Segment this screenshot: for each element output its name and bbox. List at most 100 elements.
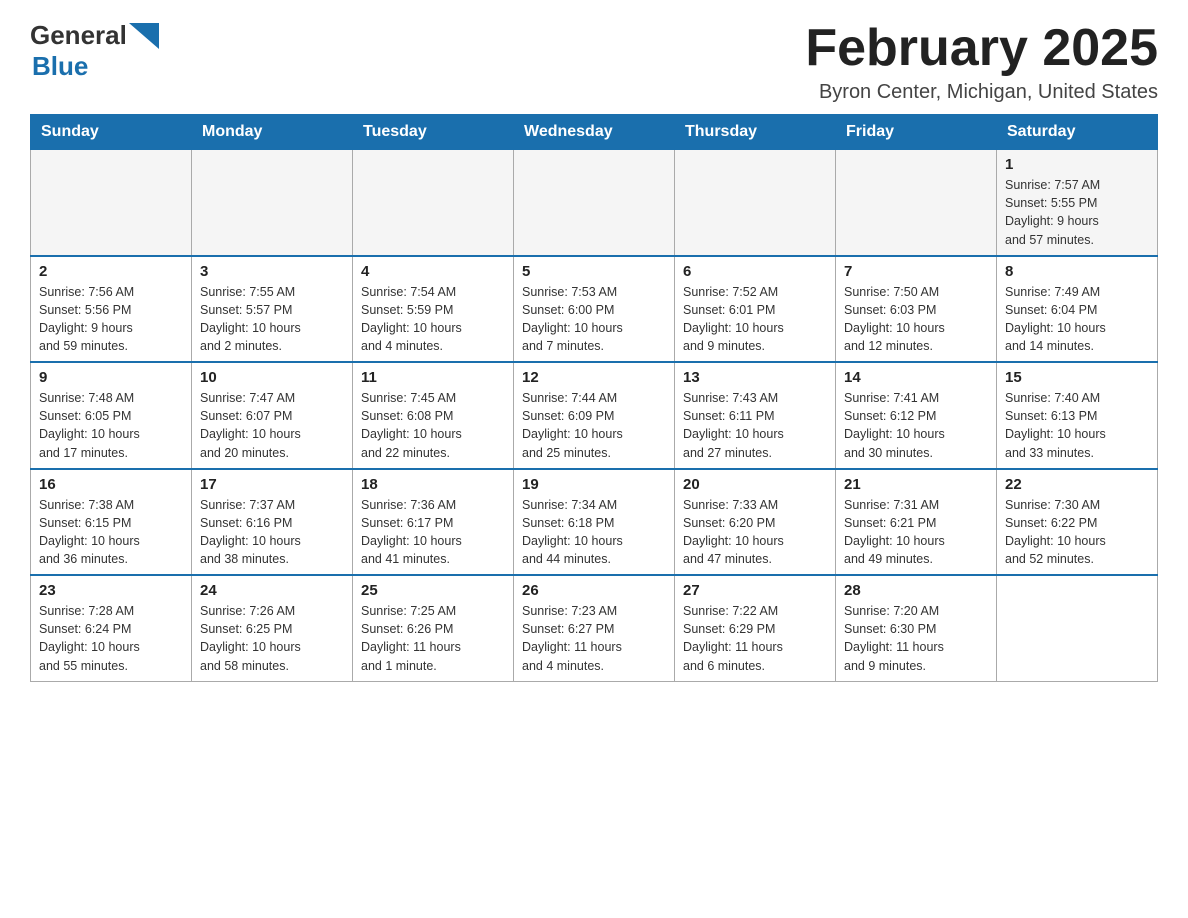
calendar-day-cell: 9 Sunrise: 7:48 AM Sunset: 6:05 PM Daylig…	[31, 362, 192, 469]
day-number: 19	[522, 476, 666, 493]
day-info-text: Sunrise: 7:37 AM Sunset: 6:16 PM Dayligh…	[200, 496, 344, 569]
calendar-day-cell: 15 Sunrise: 7:40 AM Sunset: 6:13 PM Dayli…	[997, 362, 1158, 469]
calendar-day-cell	[192, 150, 353, 256]
calendar-day-cell: 5Sunrise: 7:53 AM Sunset: 6:00 PM Daylig…	[514, 256, 675, 363]
day-number: 12	[522, 369, 666, 386]
calendar-day-cell: 12 Sunrise: 7:44 AM Sunset: 6:09 PM Dayli…	[514, 362, 675, 469]
calendar-day-cell: 8Sunrise: 7:49 AM Sunset: 6:04 PM Daylig…	[997, 256, 1158, 363]
day-info-text: Sunrise: 7:57 AM Sunset: 5:55 PM Dayligh…	[1005, 176, 1149, 249]
calendar-day-cell: 26 Sunrise: 7:23 AM Sunset: 6:27 PM Dayli…	[514, 575, 675, 681]
col-header-sunday: Sunday	[31, 115, 192, 150]
calendar-header-row: SundayMondayTuesdayWednesdayThursdayFrid…	[31, 115, 1158, 150]
calendar-week-row: 16Sunrise: 7:38 AM Sunset: 6:15 PM Dayli…	[31, 469, 1158, 576]
page-header: General Blue February 2025 Byron Center,…	[30, 20, 1158, 104]
day-number: 4	[361, 263, 505, 280]
col-header-wednesday: Wednesday	[514, 115, 675, 150]
day-number: 18	[361, 476, 505, 493]
day-info-text: Sunrise: 7:34 AM Sunset: 6:18 PM Dayligh…	[522, 496, 666, 569]
day-info-text: Sunrise: 7:44 AM Sunset: 6:09 PM Dayligh…	[522, 389, 666, 462]
day-info-text: Sunrise: 7:38 AM Sunset: 6:15 PM Dayligh…	[39, 496, 183, 569]
calendar-day-cell: 22 Sunrise: 7:30 AM Sunset: 6:22 PM Dayli…	[997, 469, 1158, 576]
calendar-day-cell: 18 Sunrise: 7:36 AM Sunset: 6:17 PM Dayli…	[353, 469, 514, 576]
day-number: 17	[200, 476, 344, 493]
calendar-day-cell: 19 Sunrise: 7:34 AM Sunset: 6:18 PM Dayli…	[514, 469, 675, 576]
calendar-day-cell: 1 Sunrise: 7:57 AM Sunset: 5:55 PM Daylig…	[997, 150, 1158, 256]
calendar-day-cell	[836, 150, 997, 256]
calendar-day-cell: 3 Sunrise: 7:55 AM Sunset: 5:57 PM Daylig…	[192, 256, 353, 363]
col-header-saturday: Saturday	[997, 115, 1158, 150]
day-info-text: Sunrise: 7:31 AM Sunset: 6:21 PM Dayligh…	[844, 496, 988, 569]
calendar-day-cell: 2 Sunrise: 7:56 AM Sunset: 5:56 PM Daylig…	[31, 256, 192, 363]
day-info-text: Sunrise: 7:23 AM Sunset: 6:27 PM Dayligh…	[522, 602, 666, 675]
day-info-text: Sunrise: 7:28 AM Sunset: 6:24 PM Dayligh…	[39, 602, 183, 675]
day-number: 2	[39, 263, 183, 280]
calendar-day-cell: 4 Sunrise: 7:54 AM Sunset: 5:59 PM Daylig…	[353, 256, 514, 363]
day-number: 8	[1005, 263, 1149, 280]
calendar-day-cell: 7 Sunrise: 7:50 AM Sunset: 6:03 PM Daylig…	[836, 256, 997, 363]
day-info-text: Sunrise: 7:45 AM Sunset: 6:08 PM Dayligh…	[361, 389, 505, 462]
day-number: 21	[844, 476, 988, 493]
day-number: 11	[361, 369, 505, 386]
day-info-text: Sunrise: 7:43 AM Sunset: 6:11 PM Dayligh…	[683, 389, 827, 462]
logo-general-text: General	[30, 20, 127, 51]
col-header-monday: Monday	[192, 115, 353, 150]
location-text: Byron Center, Michigan, United States	[805, 81, 1158, 104]
calendar-day-cell: 23 Sunrise: 7:28 AM Sunset: 6:24 PM Dayli…	[31, 575, 192, 681]
day-number: 23	[39, 582, 183, 599]
day-info-text: Sunrise: 7:56 AM Sunset: 5:56 PM Dayligh…	[39, 283, 183, 356]
calendar-table: SundayMondayTuesdayWednesdayThursdayFrid…	[30, 114, 1158, 682]
calendar-week-row: 1 Sunrise: 7:57 AM Sunset: 5:55 PM Daylig…	[31, 150, 1158, 256]
day-info-text: Sunrise: 7:55 AM Sunset: 5:57 PM Dayligh…	[200, 283, 344, 356]
calendar-day-cell	[353, 150, 514, 256]
day-number: 6	[683, 263, 827, 280]
logo-blue-text: Blue	[32, 51, 88, 82]
day-number: 26	[522, 582, 666, 599]
day-info-text: Sunrise: 7:48 AM Sunset: 6:05 PM Dayligh…	[39, 389, 183, 462]
day-info-text: Sunrise: 7:40 AM Sunset: 6:13 PM Dayligh…	[1005, 389, 1149, 462]
logo: General Blue	[30, 20, 159, 82]
day-number: 10	[200, 369, 344, 386]
day-number: 5	[522, 263, 666, 280]
col-header-tuesday: Tuesday	[353, 115, 514, 150]
day-info-text: Sunrise: 7:36 AM Sunset: 6:17 PM Dayligh…	[361, 496, 505, 569]
day-info-text: Sunrise: 7:33 AM Sunset: 6:20 PM Dayligh…	[683, 496, 827, 569]
day-info-text: Sunrise: 7:26 AM Sunset: 6:25 PM Dayligh…	[200, 602, 344, 675]
calendar-day-cell: 24 Sunrise: 7:26 AM Sunset: 6:25 PM Dayli…	[192, 575, 353, 681]
day-info-text: Sunrise: 7:30 AM Sunset: 6:22 PM Dayligh…	[1005, 496, 1149, 569]
calendar-day-cell	[514, 150, 675, 256]
calendar-day-cell: 14Sunrise: 7:41 AM Sunset: 6:12 PM Dayli…	[836, 362, 997, 469]
calendar-day-cell: 27Sunrise: 7:22 AM Sunset: 6:29 PM Dayli…	[675, 575, 836, 681]
day-info-text: Sunrise: 7:47 AM Sunset: 6:07 PM Dayligh…	[200, 389, 344, 462]
calendar-day-cell	[997, 575, 1158, 681]
calendar-day-cell: 28 Sunrise: 7:20 AM Sunset: 6:30 PM Dayli…	[836, 575, 997, 681]
col-header-thursday: Thursday	[675, 115, 836, 150]
day-number: 24	[200, 582, 344, 599]
day-info-text: Sunrise: 7:25 AM Sunset: 6:26 PM Dayligh…	[361, 602, 505, 675]
col-header-friday: Friday	[836, 115, 997, 150]
title-area: February 2025 Byron Center, Michigan, Un…	[805, 20, 1158, 104]
day-number: 28	[844, 582, 988, 599]
logo-triangle-icon	[129, 23, 159, 49]
day-number: 22	[1005, 476, 1149, 493]
day-number: 7	[844, 263, 988, 280]
calendar-day-cell: 11 Sunrise: 7:45 AM Sunset: 6:08 PM Dayli…	[353, 362, 514, 469]
day-number: 14	[844, 369, 988, 386]
calendar-day-cell	[675, 150, 836, 256]
calendar-day-cell: 25Sunrise: 7:25 AM Sunset: 6:26 PM Dayli…	[353, 575, 514, 681]
day-info-text: Sunrise: 7:22 AM Sunset: 6:29 PM Dayligh…	[683, 602, 827, 675]
day-info-text: Sunrise: 7:54 AM Sunset: 5:59 PM Dayligh…	[361, 283, 505, 356]
day-number: 15	[1005, 369, 1149, 386]
calendar-day-cell	[31, 150, 192, 256]
day-number: 1	[1005, 156, 1149, 173]
day-info-text: Sunrise: 7:50 AM Sunset: 6:03 PM Dayligh…	[844, 283, 988, 356]
calendar-day-cell: 6Sunrise: 7:52 AM Sunset: 6:01 PM Daylig…	[675, 256, 836, 363]
day-number: 20	[683, 476, 827, 493]
calendar-day-cell: 13 Sunrise: 7:43 AM Sunset: 6:11 PM Dayli…	[675, 362, 836, 469]
calendar-week-row: 2 Sunrise: 7:56 AM Sunset: 5:56 PM Daylig…	[31, 256, 1158, 363]
day-number: 9	[39, 369, 183, 386]
calendar-day-cell: 10 Sunrise: 7:47 AM Sunset: 6:07 PM Dayli…	[192, 362, 353, 469]
day-number: 13	[683, 369, 827, 386]
day-info-text: Sunrise: 7:20 AM Sunset: 6:30 PM Dayligh…	[844, 602, 988, 675]
calendar-week-row: 9 Sunrise: 7:48 AM Sunset: 6:05 PM Daylig…	[31, 362, 1158, 469]
day-number: 3	[200, 263, 344, 280]
